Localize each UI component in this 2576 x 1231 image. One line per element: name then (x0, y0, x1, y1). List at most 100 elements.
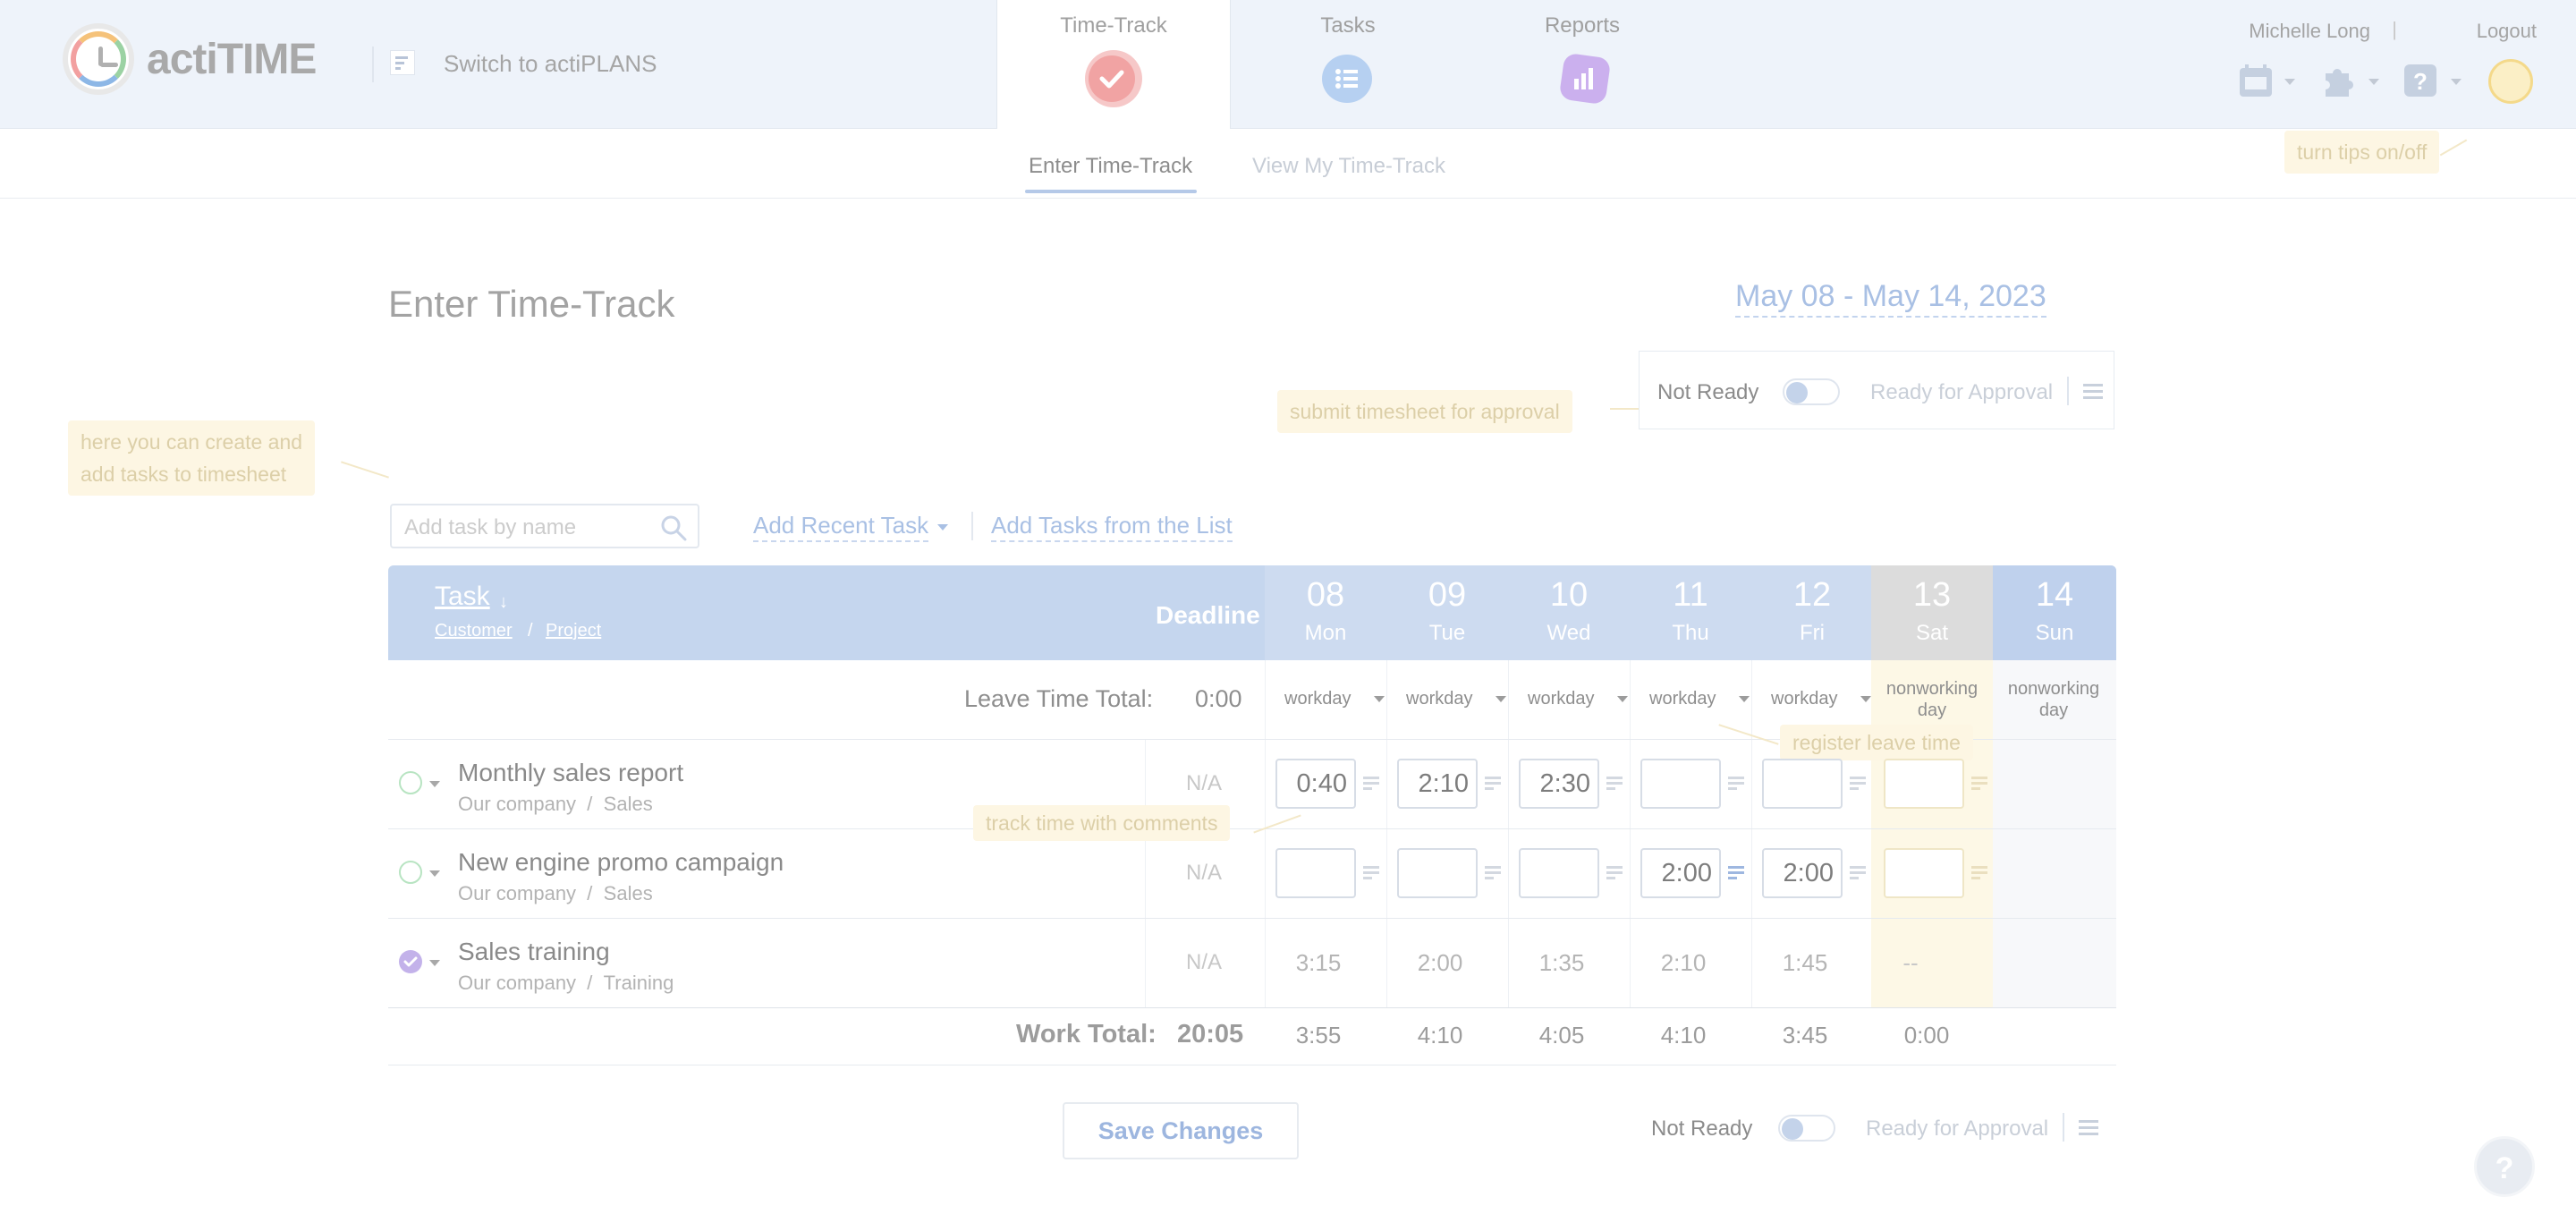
comment-icon[interactable] (1850, 866, 1866, 880)
time-input[interactable] (1884, 848, 1964, 898)
work-total-label: Work Total: (1016, 1020, 1157, 1048)
logout-link[interactable]: Logout (2477, 20, 2537, 43)
time-input[interactable]: 2:00 (1640, 848, 1721, 898)
add-task-input[interactable] (402, 514, 653, 541)
day-type-dropdown[interactable]: workday (1649, 689, 1750, 709)
chevron-down-icon[interactable] (2368, 79, 2379, 85)
approval-history-icon[interactable] (2079, 1120, 2098, 1136)
time-input[interactable]: 2:10 (1397, 759, 1478, 809)
time-input[interactable] (1884, 759, 1964, 809)
day-of-week: Wed (1546, 621, 1591, 645)
day-type-dropdown[interactable]: workday (1406, 689, 1506, 709)
day-number: 13 (1912, 576, 1952, 614)
clock-icon[interactable] (399, 861, 422, 884)
approval-toggle[interactable] (1783, 378, 1840, 405)
day-type-dropdown[interactable]: workday (1284, 689, 1385, 709)
chevron-down-icon[interactable] (429, 960, 440, 966)
user-name[interactable]: Michelle Long (2249, 20, 2370, 43)
customer-column-header[interactable]: Customer (435, 621, 513, 641)
day-type-dropdown[interactable]: workday (1528, 689, 1628, 709)
time-input[interactable] (1397, 848, 1478, 898)
actiplans-icon[interactable] (390, 50, 415, 75)
deadline-column-header: Deadline (1156, 601, 1260, 629)
time-input[interactable]: 2:30 (1519, 759, 1599, 809)
deadline-value: N/A (1186, 950, 1223, 974)
help-button[interactable]: ? (2474, 1136, 2535, 1197)
time-input[interactable] (1762, 759, 1843, 809)
time-value: 1:35 (1538, 949, 1585, 976)
sort-arrow-icon[interactable]: ↓ (499, 592, 508, 613)
time-input[interactable]: 2:00 (1762, 848, 1843, 898)
day-number: 10 (1549, 576, 1589, 614)
day-type-label: workday (1649, 689, 1716, 709)
day-of-week: Fri (1800, 621, 1825, 645)
tip-submit: submit timesheet for approval (1277, 390, 1572, 433)
path-slash: / (587, 972, 593, 994)
comment-icon[interactable] (1363, 866, 1379, 880)
chevron-down-icon[interactable] (2284, 79, 2295, 85)
comment-icon[interactable] (1606, 866, 1623, 880)
nav-time-track[interactable]: Time-Track (996, 0, 1231, 131)
task-column-header[interactable]: Task (435, 582, 490, 612)
top-bar: actiTIME Switch to actiPLANS Time-Track … (0, 0, 2576, 131)
comment-icon[interactable] (1728, 866, 1744, 880)
chevron-down-icon (1496, 696, 1506, 702)
clock-logo-icon (63, 23, 134, 95)
add-tasks-from-list-button[interactable]: Add Tasks from the List (991, 512, 1233, 542)
completed-check-icon[interactable] (399, 950, 422, 973)
time-input[interactable]: 0:40 (1275, 759, 1356, 809)
search-icon[interactable] (660, 514, 687, 541)
chevron-down-icon[interactable] (937, 524, 948, 531)
day-number: 12 (1792, 576, 1832, 614)
chevron-down-icon[interactable] (2451, 79, 2462, 85)
nav-reports[interactable]: Reports (1465, 0, 1699, 129)
row-divider (388, 828, 2116, 829)
tab-enter-time-track[interactable]: Enter Time-Track (1029, 154, 1192, 179)
puzzle-icon[interactable] (2320, 63, 2356, 98)
time-input[interactable] (1275, 848, 1356, 898)
comment-icon[interactable] (1850, 777, 1866, 791)
comment-icon[interactable] (1606, 777, 1623, 791)
time-value: -- (1902, 949, 1919, 976)
ready-for-approval-label: Ready for Approval (1866, 1116, 2049, 1141)
save-changes-button[interactable]: Save Changes (1063, 1102, 1299, 1159)
help-icon[interactable]: ? (2402, 63, 2438, 98)
chevron-down-icon[interactable] (429, 781, 440, 787)
comment-icon[interactable] (1971, 866, 1987, 880)
project-column-header[interactable]: Project (546, 621, 601, 641)
day-total: 4:10 (1660, 1022, 1707, 1048)
clock-icon[interactable] (399, 771, 422, 794)
task-name[interactable]: New engine promo campaign (458, 848, 784, 877)
calendar-icon[interactable] (2238, 63, 2274, 98)
comment-icon[interactable] (1971, 777, 1987, 791)
comment-icon[interactable] (1485, 777, 1501, 791)
task-name[interactable]: Monthly sales report (458, 759, 683, 787)
logo[interactable]: actiTIME (63, 23, 317, 95)
leave-time-total-value: 0:00 (1195, 685, 1242, 712)
divider (971, 512, 973, 540)
column-divider (1145, 739, 1146, 1007)
day-header-tue: 09 Tue (1386, 565, 1508, 660)
day-type-dropdown[interactable]: workday (1771, 689, 1871, 709)
time-input[interactable] (1519, 848, 1599, 898)
approval-toggle[interactable] (1778, 1115, 1835, 1142)
nonworking-line2: day (1917, 700, 1947, 720)
add-task-search[interactable] (390, 504, 699, 548)
comment-icon[interactable] (1728, 777, 1744, 791)
comment-icon[interactable] (1485, 866, 1501, 880)
comment-icon[interactable] (1363, 777, 1379, 791)
day-type-label: workday (1771, 689, 1838, 709)
lightbulb-icon[interactable] (2488, 59, 2533, 104)
date-range-selector[interactable]: May 08 - May 14, 2023 (1735, 279, 2046, 318)
task-name[interactable]: Sales training (458, 938, 610, 966)
time-input[interactable] (1640, 759, 1721, 809)
timesheet-header: Task ↓ Customer / Project Deadline 08 Mon… (388, 565, 2116, 660)
add-recent-task-button[interactable]: Add Recent Task (753, 512, 929, 542)
tab-view-my-time-track[interactable]: View My Time-Track (1252, 154, 1445, 179)
time-value: 3:15 (1295, 949, 1342, 976)
switch-to-actiplans-link[interactable]: Switch to actiPLANS (444, 50, 657, 78)
approval-history-icon[interactable] (2083, 384, 2103, 400)
chevron-down-icon[interactable] (429, 870, 440, 877)
nav-tasks[interactable]: Tasks (1231, 0, 1465, 129)
divider (2063, 1113, 2064, 1142)
